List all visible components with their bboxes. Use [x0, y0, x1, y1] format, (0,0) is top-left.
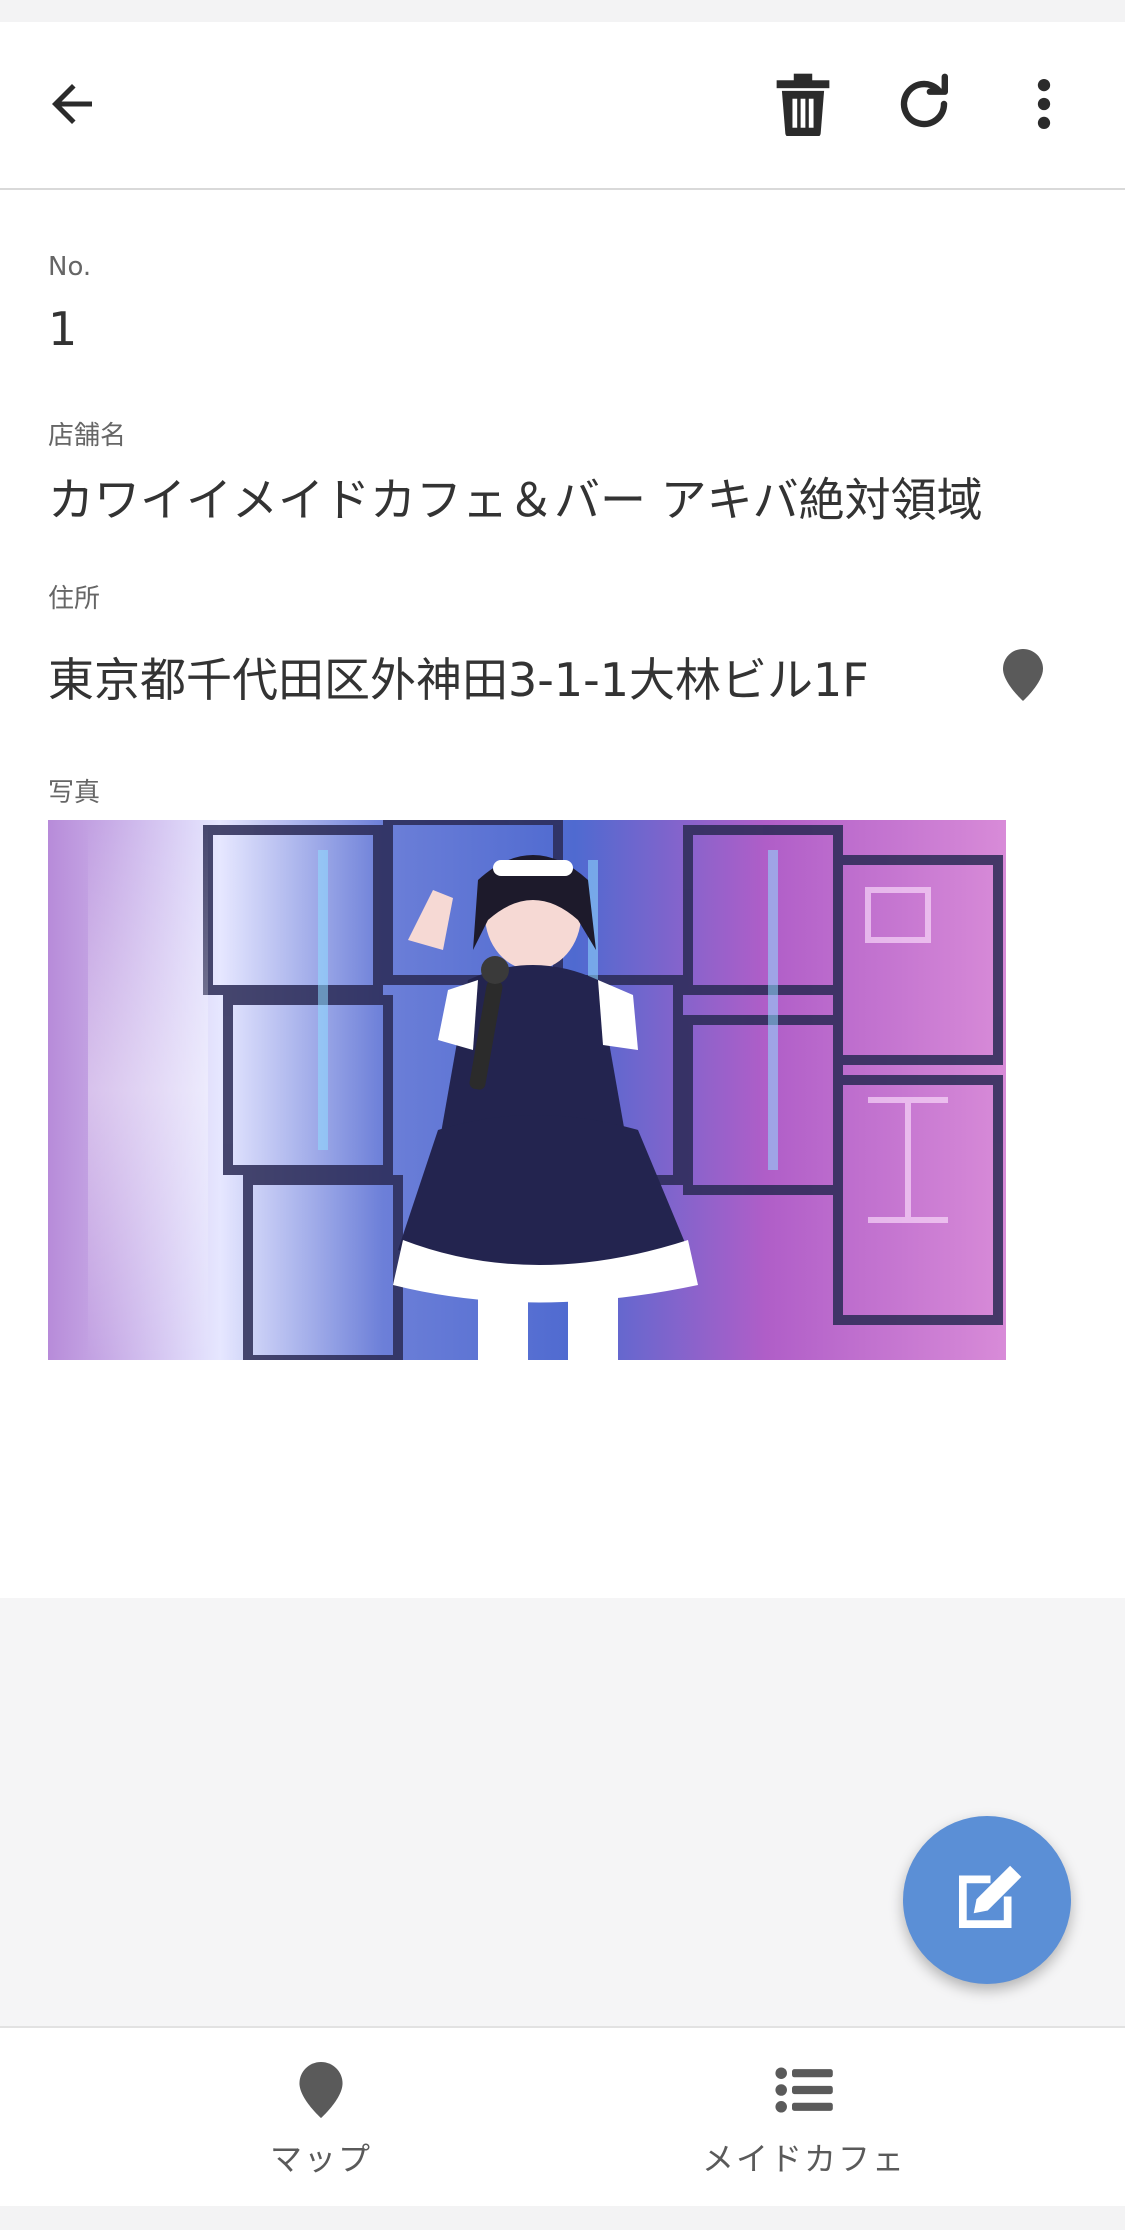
- delete-button[interactable]: [755, 56, 851, 152]
- address-value: 東京都千代田区外神田3-1-1大林ビル1F: [48, 653, 869, 707]
- photo-label: 写真: [48, 778, 101, 808]
- status-strip: [0, 0, 1125, 22]
- store-name-value: カワイイメイドカフェ＆バー アキバ絶対領域: [48, 473, 983, 527]
- bottom-navigation: マップ メイドカフェ: [0, 2026, 1125, 2206]
- back-button[interactable]: [24, 56, 120, 152]
- store-name-label: 店舗名: [48, 421, 127, 451]
- nav-item-map[interactable]: マップ: [40, 2028, 602, 2208]
- nav-map-icon-wrap: [299, 2060, 343, 2120]
- address-map-button[interactable]: [988, 635, 1058, 715]
- list-icon: [775, 2067, 833, 2113]
- record-detail: No. 1 店舗名 カワイイメイドカフェ＆バー アキバ絶対領域 住所 東京都千代…: [0, 190, 1125, 1598]
- map-pin-icon: [299, 2062, 343, 2118]
- more-vertical-icon: [1037, 78, 1051, 130]
- address-label: 住所: [48, 584, 101, 614]
- refresh-button[interactable]: [876, 56, 972, 152]
- nav-list-icon-wrap: [775, 2060, 833, 2120]
- nav-maid-cafe-label: メイドカフェ: [701, 2140, 906, 2178]
- trash-icon: [776, 73, 830, 136]
- no-value: 1: [48, 302, 78, 356]
- nav-map-label: マップ: [269, 2140, 372, 2178]
- arrow-left-icon: [52, 84, 92, 124]
- app-bar: [0, 22, 1125, 190]
- more-options-button[interactable]: [996, 56, 1092, 152]
- edit-fab[interactable]: [903, 1816, 1071, 1984]
- edit-icon: [959, 1865, 1022, 1928]
- photo-image: [48, 820, 1006, 1360]
- refresh-icon: [900, 73, 948, 128]
- map-pin-icon: [1003, 649, 1043, 701]
- nav-item-maid-cafe[interactable]: メイドカフェ: [523, 2028, 1085, 2208]
- bottom-strip: [0, 2206, 1125, 2230]
- store-photo: [48, 820, 1006, 1360]
- no-label: No.: [48, 252, 92, 282]
